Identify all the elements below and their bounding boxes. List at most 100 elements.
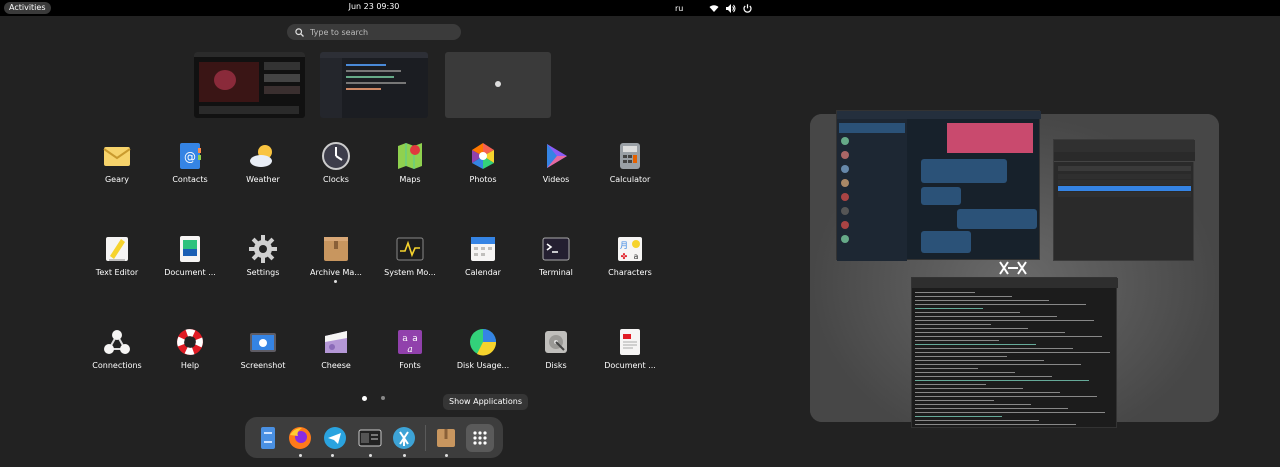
terminal-line <box>915 356 1007 357</box>
disks-icon <box>545 331 567 353</box>
terminal-line <box>915 412 1105 413</box>
document-viewer-icon <box>180 236 200 262</box>
dock-firefox[interactable] <box>286 424 314 452</box>
app-videos[interactable]: Videos <box>518 140 594 200</box>
terminal-line <box>915 352 1110 353</box>
terminal-line <box>915 396 1097 397</box>
files-window-preview[interactable] <box>1053 139 1195 261</box>
app-label: System Mo... <box>384 268 436 277</box>
app-contacts[interactable]: @ Contacts <box>152 140 228 200</box>
app-maps[interactable]: Maps <box>372 140 448 200</box>
terminal-line <box>915 312 1020 313</box>
app-label: Disks <box>545 361 567 370</box>
terminal-line <box>915 324 991 325</box>
terminal-line <box>915 376 1052 377</box>
app-characters[interactable]: 月 ✤ a Characters <box>592 233 668 293</box>
app-clocks[interactable]: Clocks <box>298 140 374 200</box>
app-fonts[interactable]: a a a Fonts <box>372 326 448 386</box>
terminal-line <box>915 424 1076 425</box>
app-label: Document ... <box>604 361 656 370</box>
fonts-icon: a aa <box>398 330 422 355</box>
terminal-line <box>915 340 999 341</box>
running-indicator <box>334 280 337 283</box>
show-applications-button[interactable] <box>466 424 494 452</box>
app-screenshot[interactable]: Screenshot <box>225 326 301 386</box>
terminal-line <box>915 388 1023 389</box>
firefox-icon <box>289 427 311 449</box>
app-label: Calculator <box>609 175 651 184</box>
disk-usage-icon <box>470 329 497 356</box>
running-indicator <box>445 454 448 457</box>
dock-telegram[interactable] <box>321 424 349 452</box>
workspace-thumbnail-3[interactable] <box>445 52 551 118</box>
app-label: Text Editor <box>95 268 139 277</box>
app-system-mo[interactable]: System Mo... <box>372 233 448 293</box>
svg-text:@: @ <box>184 150 196 164</box>
terminal-line <box>915 416 1002 417</box>
svg-text:a: a <box>634 252 639 261</box>
dock-archive-manager[interactable] <box>432 424 460 452</box>
running-indicator <box>331 454 334 457</box>
gnome-logo-icon <box>495 81 501 87</box>
app-disks[interactable]: Disks <box>518 326 594 386</box>
dock-vscode[interactable] <box>390 424 418 452</box>
svg-text:月: 月 <box>620 241 628 250</box>
search-input[interactable] <box>310 27 450 37</box>
app-terminal[interactable]: Terminal <box>518 233 594 293</box>
app-label: Help <box>180 361 200 370</box>
top-bar: Activities Jun 23 09:30 ru <box>0 0 1280 16</box>
app-label: Contacts <box>172 175 208 184</box>
app-text-editor[interactable]: Text Editor <box>79 233 155 293</box>
workspace-thumbnail-1[interactable] <box>194 52 305 118</box>
system-tray[interactable]: ru <box>675 2 752 14</box>
app-settings[interactable]: Settings <box>225 233 301 293</box>
search-entry[interactable] <box>287 24 461 40</box>
weather-icon <box>250 145 272 167</box>
app-label: Disk Usage... <box>456 361 510 370</box>
app-archive-ma[interactable]: Archive Ma... <box>298 233 374 293</box>
terminal-line <box>915 360 1044 361</box>
dock-window-list[interactable] <box>356 424 384 452</box>
dock-files[interactable] <box>254 424 282 452</box>
cheese-icon <box>325 331 347 353</box>
terminal-line <box>915 336 1102 337</box>
terminal-line <box>915 296 1012 297</box>
svg-text:a: a <box>412 334 418 344</box>
show-applications-tooltip: Show Applications <box>443 394 528 410</box>
app-cheese[interactable]: Cheese <box>298 326 374 386</box>
page-indicator-2[interactable] <box>381 396 385 400</box>
terminal-line <box>915 384 986 385</box>
characters-icon: 月 ✤ a <box>618 237 642 261</box>
clock[interactable]: Jun 23 09:30 <box>0 2 748 11</box>
vscode-icon <box>393 427 415 449</box>
terminal-line <box>915 408 1068 409</box>
app-disk-usage[interactable]: Disk Usage... <box>445 326 521 386</box>
terminal-line <box>915 420 1039 421</box>
keyboard-layout[interactable]: ru <box>675 4 683 13</box>
app-help[interactable]: Help <box>152 326 228 386</box>
app-label: Calendar <box>465 268 501 277</box>
terminal-window-preview[interactable] <box>911 277 1118 428</box>
svg-text:a: a <box>402 334 408 344</box>
power-icon[interactable] <box>743 3 752 13</box>
app-photos[interactable]: Photos <box>445 140 521 200</box>
telegram-window-preview[interactable] <box>836 110 1041 261</box>
terminal-line <box>915 328 1028 329</box>
workspace-thumbnail-2[interactable] <box>320 52 428 118</box>
app-calendar[interactable]: Calendar <box>445 233 521 293</box>
wifi-icon[interactable] <box>709 4 719 13</box>
mail-icon <box>103 147 131 166</box>
volume-icon[interactable] <box>726 3 736 13</box>
app-calculator[interactable]: Calculator <box>592 140 668 200</box>
app-label: Clocks <box>323 175 349 184</box>
videos-icon <box>547 144 567 168</box>
page-indicator-1[interactable] <box>362 396 367 401</box>
terminal-line <box>915 392 1060 393</box>
app-document[interactable]: Document ... <box>152 233 228 293</box>
gnome-overview: Activities Jun 23 09:30 ru Type to searc… <box>0 0 1280 467</box>
app-document[interactable]: Document ... <box>592 326 668 386</box>
app-connections[interactable]: Connections <box>79 326 155 386</box>
app-geary[interactable]: Geary <box>79 140 155 200</box>
app-weather[interactable]: Weather <box>225 140 301 200</box>
terminal-line <box>915 300 1049 301</box>
